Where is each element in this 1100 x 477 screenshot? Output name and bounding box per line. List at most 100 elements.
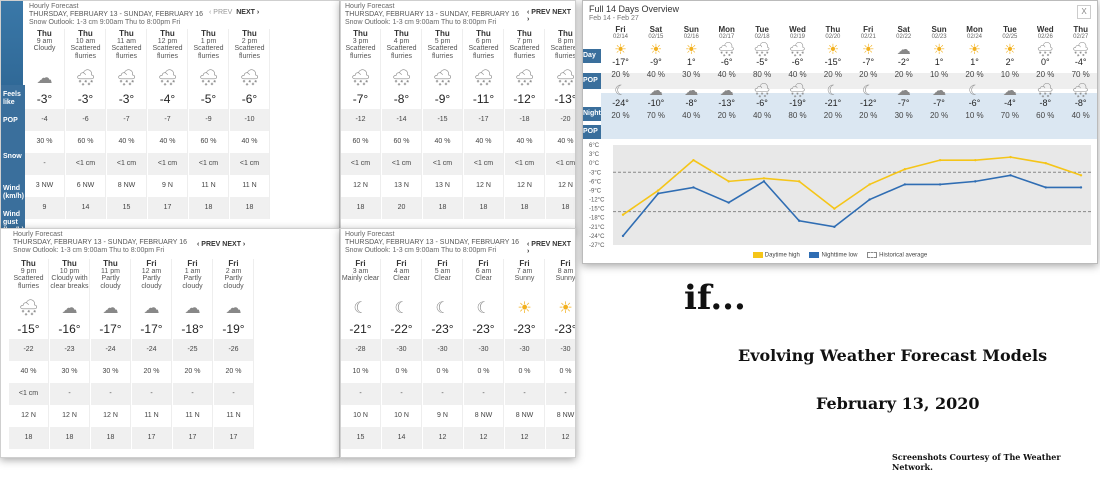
- day-label: Thu: [517, 29, 532, 38]
- pop-value: 0 %: [559, 368, 572, 375]
- pop-value: 10 %: [352, 368, 369, 375]
- night-pop: 20 %: [859, 111, 878, 120]
- next-button[interactable]: NEXT ›: [236, 9, 259, 16]
- data-point: [1079, 174, 1083, 177]
- prev-button[interactable]: ‹ PREV: [197, 241, 220, 248]
- gust-value: 9: [25, 197, 64, 219]
- pop-value: 60 %: [352, 138, 369, 145]
- day-pop-label: POP: [583, 73, 601, 89]
- hour-column: Fri 1 am Partly cloudy ☁ -18° -25 20 % - 11 N 17: [173, 259, 213, 449]
- pop-value: 60 %: [393, 138, 410, 145]
- temperature: -23°: [472, 322, 495, 336]
- time-label: 9 am: [36, 38, 53, 45]
- legend-daytime-high: Daytime high: [752, 252, 800, 259]
- snow-value: -: [464, 383, 503, 405]
- next-button[interactable]: NEXT ›: [222, 241, 245, 248]
- wind-value: 13 N: [394, 182, 409, 189]
- hour-column: Thu 3 pm Scattered flurries 🌨 -7° -12 60 % <1 c…: [341, 29, 381, 219]
- pop-value: 30 %: [36, 138, 53, 145]
- night-low: -12°: [859, 98, 877, 108]
- temperature: -3°: [36, 92, 53, 106]
- day-high: -7°: [862, 57, 875, 67]
- hour-column: Thu 11 pm Partly cloudy ☁ -17° -24 30 % - 12 N 18: [91, 259, 131, 449]
- data-point: [868, 198, 871, 201]
- y-tick-label: -21°C: [589, 225, 605, 231]
- prev-button[interactable]: ‹ PREV: [527, 9, 550, 16]
- prev-button[interactable]: ‹ PREV: [527, 241, 550, 248]
- day-column: Wed 02/19 🌨 -6° 40 % 🌨 -19° 80 %: [780, 25, 815, 123]
- condition-text: Cloudy with clear breaks: [50, 275, 89, 290]
- gust-value: 18: [9, 427, 48, 449]
- day-row-label: Day: [583, 49, 601, 63]
- day-column: Tue 02/25 ☀ 2° 10 % ☁ -4° 70 %: [992, 25, 1027, 123]
- snow-value: -: [91, 383, 130, 405]
- data-point: [903, 183, 907, 186]
- time-label: 2 am: [225, 268, 242, 275]
- day-high: 0°: [1040, 57, 1050, 67]
- hour-column: Fri 12 am Partly cloudy ☁ -17° -24 20 % - 11 N 17: [132, 259, 172, 449]
- panel-title: Hourly Forecast: [345, 3, 395, 10]
- day-icon: ☀: [968, 41, 981, 57]
- day-label: Thu: [160, 29, 175, 38]
- close-button[interactable]: X: [1077, 5, 1091, 19]
- day-date: 02/19: [789, 34, 805, 40]
- wind-value: 12 N: [21, 412, 36, 419]
- night-pop: 40 %: [1071, 111, 1090, 120]
- condition-text: Partly cloudy: [182, 275, 203, 290]
- feels-like-value: -20: [546, 109, 575, 131]
- weather-icon: 🌨: [75, 70, 96, 87]
- day-column: Sat 02/22 ☁ -2° 20 % ☁ -7° 30 %: [886, 25, 921, 123]
- data-point: [621, 234, 625, 238]
- wind-value: 11 N: [185, 412, 200, 419]
- night-icon: 🌨: [788, 82, 807, 98]
- prev-button[interactable]: ‹ PREV: [209, 9, 232, 16]
- temperature: -23°: [554, 322, 576, 336]
- time-label: 12 am: [141, 268, 162, 275]
- time-label: 11 am: [117, 38, 136, 45]
- date-range: THURSDAY, FEBRUARY 13 - SUNDAY, FEBRUARY…: [13, 239, 188, 246]
- weather-icon: 🌨: [157, 70, 178, 87]
- feels-like-value: -30: [505, 339, 544, 361]
- gust-value: 14: [66, 197, 105, 219]
- weather-icon: 🌨: [514, 70, 535, 87]
- night-icon: ☁: [684, 82, 699, 98]
- hour-column: Thu 7 pm Scattered flurries 🌨 -12° -18 40 % <1 …: [505, 29, 545, 219]
- day-icon: ☀: [1003, 41, 1017, 57]
- time-label: 9 pm: [20, 268, 37, 275]
- condition-text: Scattered flurries: [550, 45, 576, 60]
- data-point: [868, 183, 871, 186]
- day-column: Tue 02/18 🌨 -5° 80 % 🌨 -6° 40 %: [745, 25, 780, 123]
- condition-text: Scattered flurries: [193, 45, 224, 60]
- feels-like-value: -25: [173, 339, 212, 361]
- condition-text: Scattered flurries: [13, 275, 44, 290]
- data-point: [974, 158, 977, 162]
- pop-value: 60 %: [200, 138, 217, 145]
- overview-date-range: Feb 14 - Feb 27: [589, 15, 639, 22]
- if-text: if...: [684, 278, 746, 318]
- weather-icon: ☀: [558, 300, 573, 317]
- snow-value: -: [50, 383, 89, 405]
- wind-value: 8 NW: [474, 412, 493, 419]
- temperature: -22°: [390, 322, 413, 336]
- wind-value: 6 NW: [76, 182, 95, 189]
- condition-text: Scattered flurries: [152, 45, 183, 60]
- day-name: Mon: [966, 25, 983, 34]
- temperature: -17°: [99, 322, 122, 336]
- night-low: -7°: [933, 98, 945, 108]
- feels-like-value: -23: [50, 339, 89, 361]
- pop-value: 40 %: [20, 368, 37, 375]
- row-label-column: Feels likePOPSnowWind (km/h)Wind gust (k…: [1, 85, 25, 231]
- wind-value: 9 N: [437, 412, 448, 419]
- day-high: -6°: [791, 57, 804, 67]
- snow-value: -: [423, 383, 462, 405]
- day-label: Thu: [62, 259, 77, 268]
- plot-area: [613, 145, 1091, 245]
- feels-like-value: -22: [9, 339, 48, 361]
- snow-value: <1 cm: [423, 153, 462, 175]
- night-low: -8°: [1074, 98, 1087, 108]
- condition-text: Scattered flurries: [70, 45, 101, 60]
- night-pop: 70 %: [646, 111, 665, 120]
- gust-value: 18: [91, 427, 130, 449]
- weather-icon: ☁: [184, 300, 201, 317]
- data-point: [1009, 174, 1012, 177]
